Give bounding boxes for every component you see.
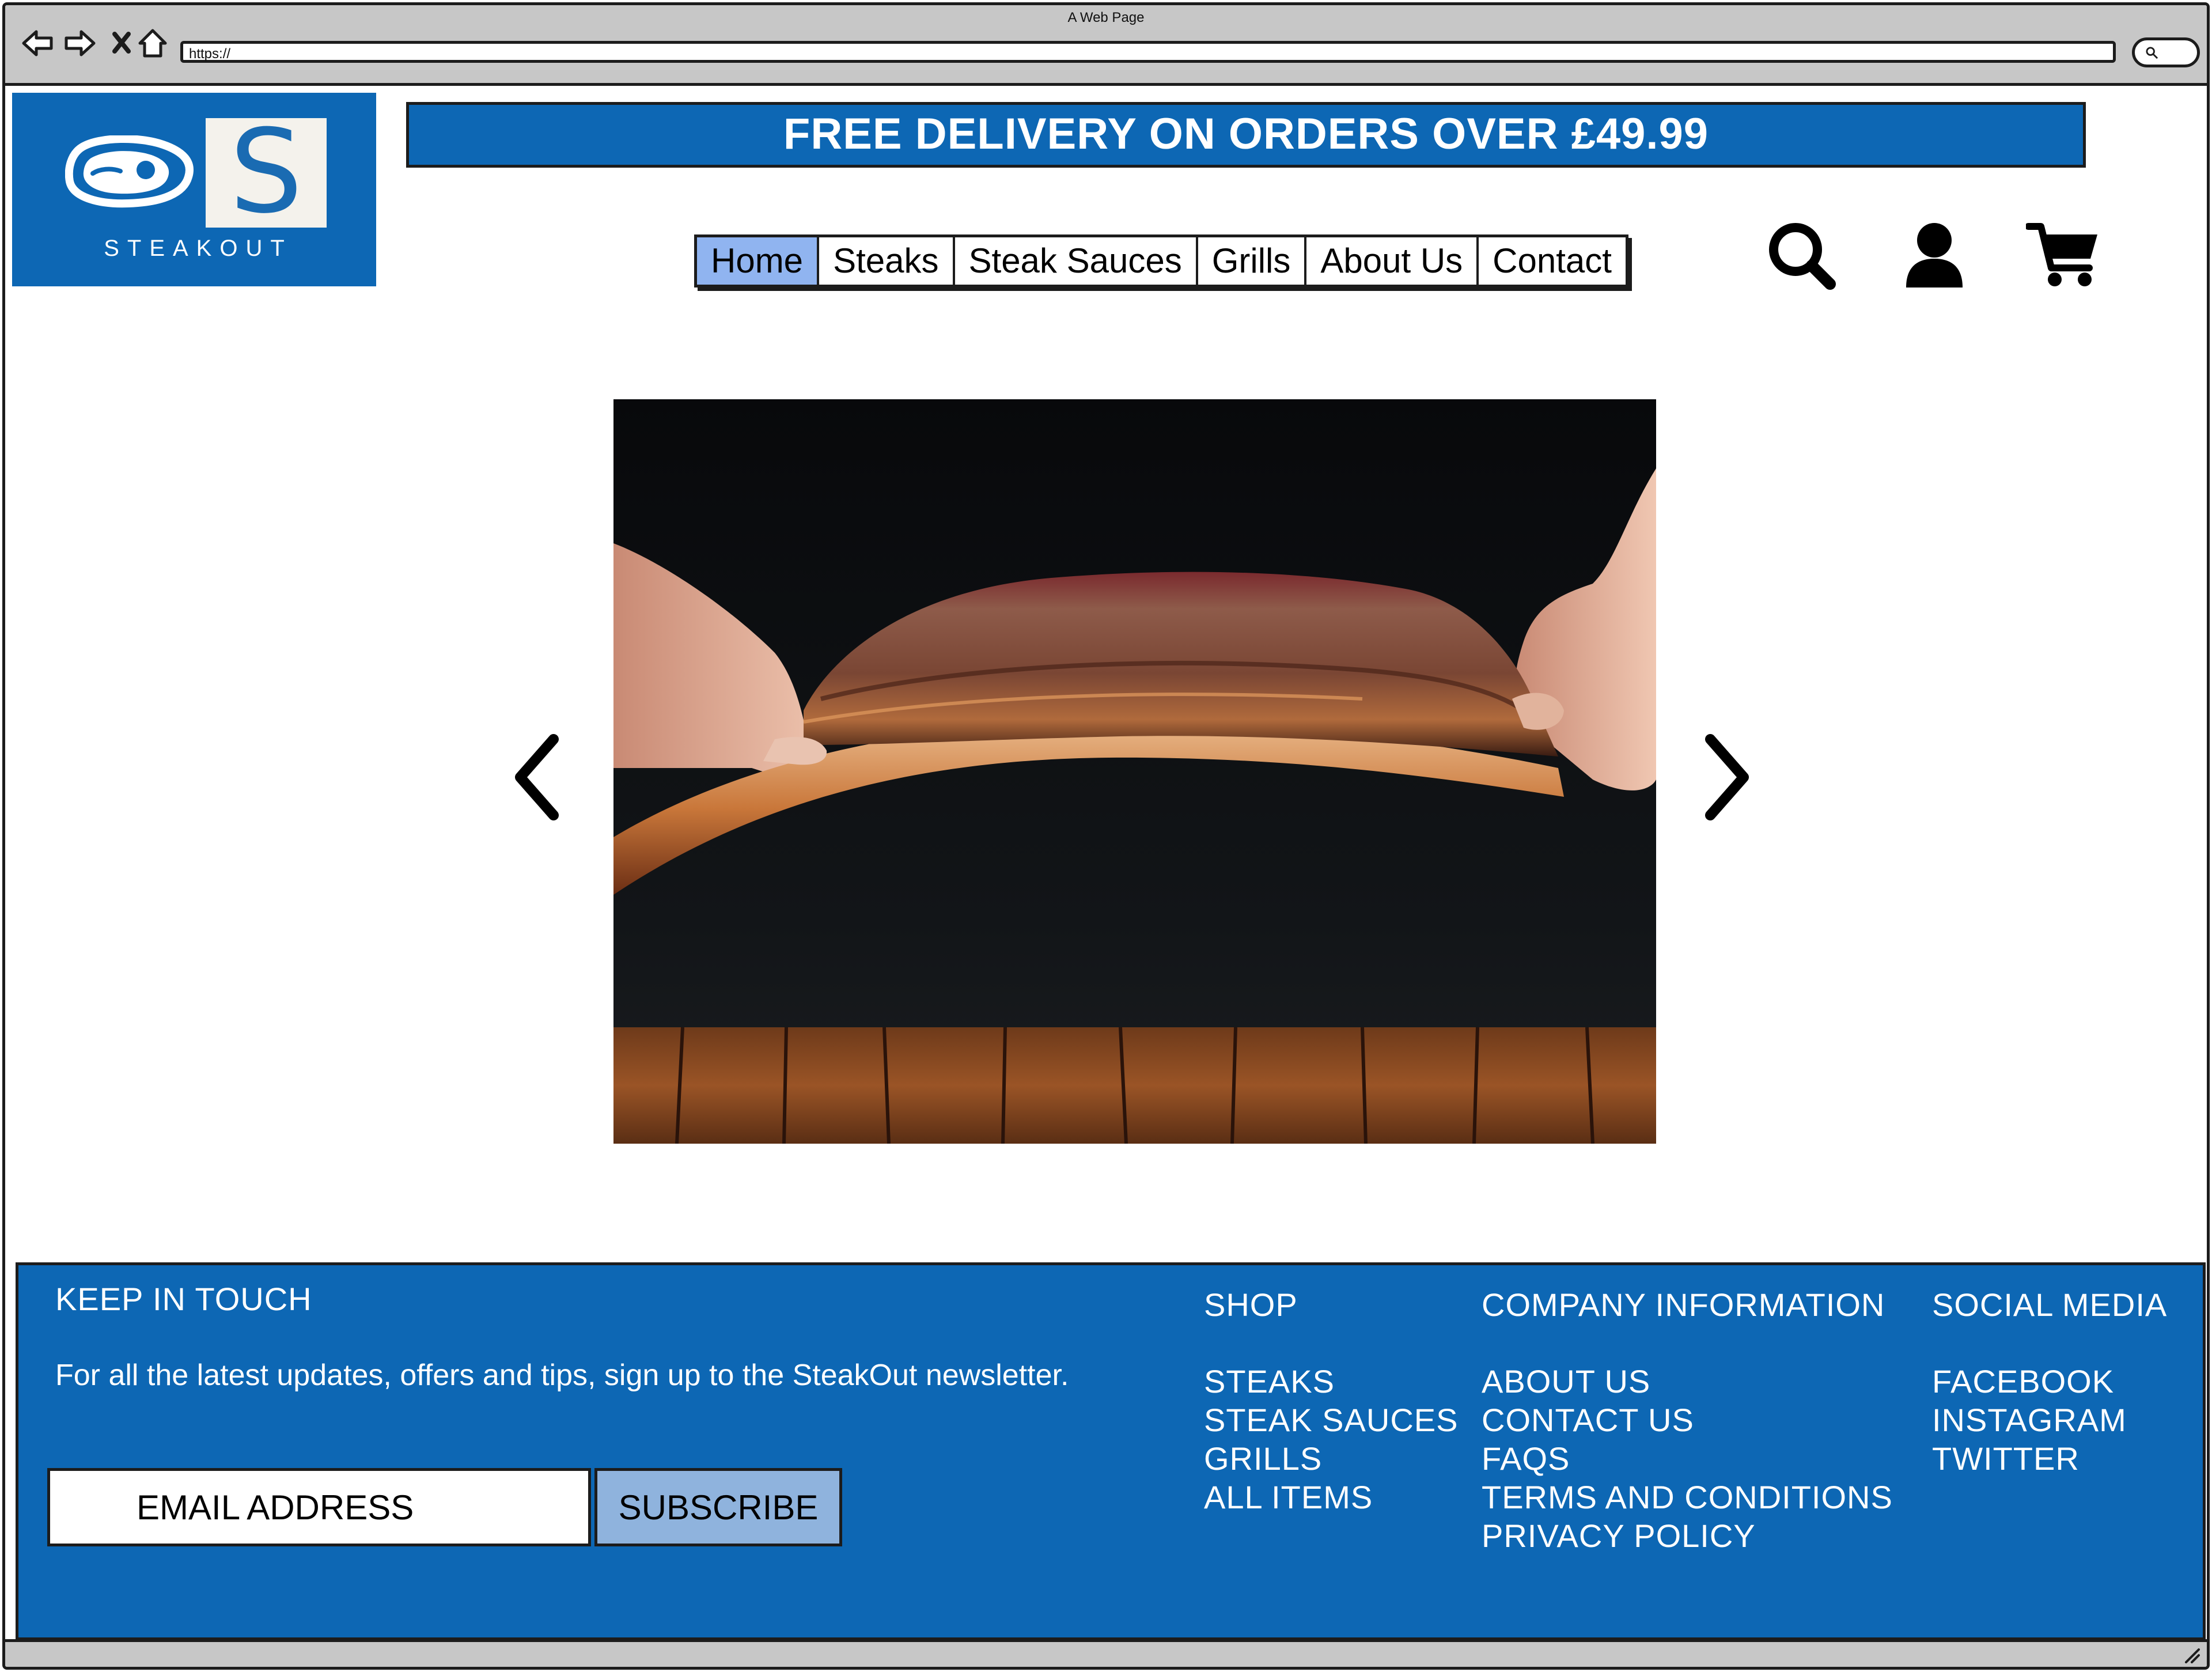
- smoked-beef-rib-photo: [613, 399, 1656, 1144]
- browser-toolbar: A Web Page https://: [5, 5, 2207, 86]
- footer-link-steaks[interactable]: STEAKS: [1204, 1362, 1458, 1401]
- footer-link-steak-sauces[interactable]: STEAK SAUCES: [1204, 1401, 1458, 1439]
- company-links: ABOUT US CONTACT US FAQS TERMS AND CONDI…: [1482, 1362, 1893, 1555]
- home-icon[interactable]: [135, 26, 170, 60]
- main-navigation: Home Steaks Steak Sauces Grills About Us…: [694, 234, 1628, 288]
- resize-grip-icon[interactable]: [2183, 1646, 2200, 1663]
- footer-link-terms[interactable]: TERMS AND CONDITIONS: [1482, 1478, 1893, 1516]
- browser-window: A Web Page https:// S STEAKOUT FREE DELI…: [2, 2, 2210, 1670]
- shop-links: STEAKS STEAK SAUCES GRILLS ALL ITEMS: [1204, 1362, 1458, 1516]
- email-field[interactable]: [47, 1468, 591, 1546]
- footer-link-facebook[interactable]: FACEBOOK: [1932, 1362, 2127, 1401]
- window-title: A Web Page: [1067, 10, 1145, 25]
- footer-link-all-items[interactable]: ALL ITEMS: [1204, 1478, 1458, 1516]
- footer-link-about-us[interactable]: ABOUT US: [1482, 1362, 1893, 1401]
- logo-letter: S: [229, 105, 303, 239]
- footer-link-privacy-policy[interactable]: PRIVACY POLICY: [1482, 1516, 1893, 1555]
- browser-status-bar: [5, 1639, 2207, 1667]
- newsletter-heading: KEEP IN TOUCH: [55, 1281, 312, 1317]
- back-arrow-icon[interactable]: [20, 26, 55, 60]
- nav-item-grills[interactable]: Grills: [1198, 237, 1307, 285]
- footer-link-grills[interactable]: GRILLS: [1204, 1439, 1458, 1478]
- search-icon[interactable]: [1763, 217, 1838, 292]
- footer-link-instagram[interactable]: INSTAGRAM: [1932, 1401, 2127, 1439]
- steakout-logo[interactable]: S STEAKOUT: [12, 93, 376, 286]
- carousel-prev-arrow[interactable]: [506, 731, 570, 823]
- subscribe-button[interactable]: SUBSCRIBE: [594, 1468, 842, 1546]
- shop-heading: SHOP: [1204, 1287, 1298, 1323]
- carousel-next-arrow[interactable]: [1694, 731, 1758, 823]
- nav-item-about-us[interactable]: About Us: [1306, 237, 1479, 285]
- logo-wordmark: STEAKOUT: [104, 236, 293, 261]
- logo-monogram: S: [206, 105, 327, 239]
- nav-item-home[interactable]: Home: [697, 237, 820, 285]
- browser-search-box[interactable]: [2132, 37, 2200, 67]
- social-links: FACEBOOK INSTAGRAM TWITTER: [1932, 1362, 2127, 1478]
- promo-banner: FREE DELIVERY ON ORDERS OVER £49.99: [406, 102, 2086, 168]
- social-media-heading: SOCIAL MEDIA: [1932, 1287, 2168, 1323]
- nav-item-contact[interactable]: Contact: [1479, 237, 1626, 285]
- hero-carousel-image: [613, 399, 1656, 1144]
- company-info-heading: COMPANY INFORMATION: [1482, 1287, 1885, 1323]
- nav-item-steaks[interactable]: Steaks: [819, 237, 955, 285]
- url-bar[interactable]: https://: [180, 41, 2116, 63]
- footer-link-contact-us[interactable]: CONTACT US: [1482, 1401, 1893, 1439]
- search-icon: [2146, 47, 2158, 59]
- forward-arrow-icon[interactable]: [63, 26, 97, 60]
- footer-link-faqs[interactable]: FAQS: [1482, 1439, 1893, 1478]
- account-icon[interactable]: [1897, 217, 1972, 292]
- site-footer: KEEP IN TOUCH For all the latest updates…: [16, 1262, 2206, 1640]
- newsletter-description: For all the latest updates, offers and t…: [55, 1359, 1069, 1392]
- nav-item-steak-sauces[interactable]: Steak Sauces: [955, 237, 1198, 285]
- stop-icon[interactable]: [104, 26, 139, 60]
- steak-icon: [65, 135, 194, 208]
- footer-link-twitter[interactable]: TWITTER: [1932, 1439, 2127, 1478]
- cart-icon[interactable]: [2026, 217, 2101, 292]
